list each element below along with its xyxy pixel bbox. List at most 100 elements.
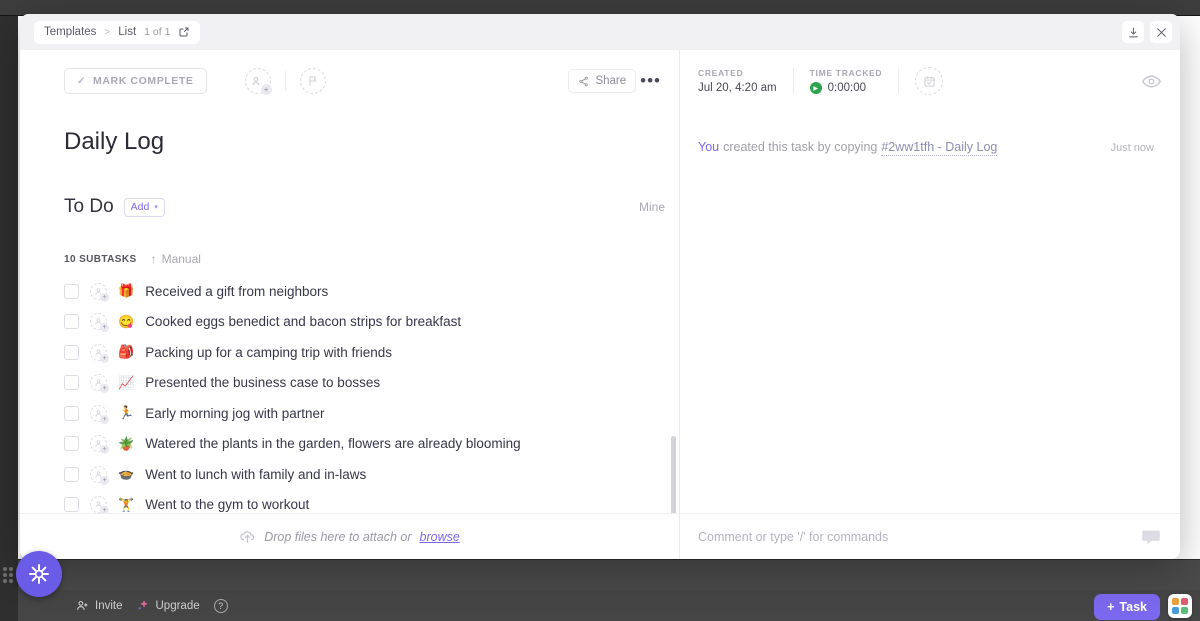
- task-action-toolbar: ✓ MARK COMPLETE +: [20, 50, 679, 112]
- minimize-button[interactable]: [1122, 21, 1144, 43]
- mine-filter[interactable]: Mine: [639, 200, 665, 214]
- share-button[interactable]: Share: [568, 69, 636, 93]
- add-field-button[interactable]: Add ▾: [124, 198, 165, 217]
- subtask-title[interactable]: Cooked eggs benedict and bacon strips fo…: [145, 314, 461, 329]
- subtask-title[interactable]: Early morning jog with partner: [145, 406, 324, 421]
- subtask-assignee-icon[interactable]: +: [90, 496, 107, 513]
- sort-arrow-icon: ↑: [151, 252, 157, 266]
- subtask-checkbox[interactable]: [64, 436, 79, 451]
- comment-input[interactable]: Comment or type '/' for commands: [698, 530, 1130, 544]
- created-value[interactable]: Jul 20, 4:20 am: [698, 82, 777, 94]
- subtask-assignee-icon[interactable]: +: [90, 313, 107, 330]
- background-left-rail: [0, 16, 18, 621]
- schedule-button[interactable]: [915, 67, 943, 95]
- subtask-title[interactable]: Went to the gym to workout: [145, 497, 309, 512]
- task-meta-toolbar: CREATED Jul 20, 4:20 am TIME TRACKED ▶ 0…: [680, 50, 1180, 112]
- subtask-title[interactable]: Went to lunch with family and in-laws: [145, 467, 366, 482]
- subtask-assignee-icon[interactable]: +: [90, 374, 107, 391]
- time-tracked-meta: TIME TRACKED ▶ 0:00:00: [810, 68, 883, 94]
- external-link-icon[interactable]: [178, 26, 190, 38]
- calendar-icon: [923, 75, 936, 88]
- add-task-button[interactable]: + Task: [1094, 594, 1160, 620]
- flag-icon: [307, 75, 319, 87]
- ai-assistant-button[interactable]: [16, 551, 62, 597]
- subtask-checkbox[interactable]: [64, 375, 79, 390]
- add-assignee-button[interactable]: +: [245, 68, 271, 94]
- more-options-button[interactable]: •••: [636, 76, 665, 86]
- mark-complete-button[interactable]: ✓ MARK COMPLETE: [64, 68, 207, 94]
- activity-entry: You created this task by copying #2ww1tf…: [698, 140, 1154, 156]
- subtask-checkbox[interactable]: [64, 345, 79, 360]
- time-tracked-value-row[interactable]: ▶ 0:00:00: [810, 82, 883, 94]
- close-button[interactable]: [1150, 21, 1172, 43]
- help-button[interactable]: ?: [214, 599, 228, 613]
- subtask-emoji: 🪴: [118, 436, 134, 452]
- invite-button[interactable]: Invite: [76, 599, 123, 612]
- sort-label: Manual: [162, 252, 201, 266]
- play-icon[interactable]: ▶: [810, 82, 822, 94]
- subtask-row[interactable]: +🎒Packing up for a camping trip with fri…: [64, 337, 665, 368]
- comment-composer[interactable]: Comment or type '/' for commands: [680, 513, 1180, 559]
- subtask-title[interactable]: Received a gift from neighbors: [145, 284, 328, 299]
- meta-divider: [898, 68, 899, 94]
- subtask-row[interactable]: + 🎁 Received a gift from neighbors: [64, 276, 665, 307]
- subtask-emoji: 🎁: [118, 283, 134, 299]
- apps-grid-button[interactable]: [1168, 594, 1192, 618]
- subtask-checkbox[interactable]: [64, 406, 79, 421]
- subtask-assignee-icon[interactable]: +: [90, 344, 107, 361]
- subtask-title[interactable]: Packing up for a camping trip with frien…: [145, 345, 392, 360]
- breadcrumb-child[interactable]: List: [118, 26, 136, 38]
- subtask-emoji: 😋: [118, 314, 134, 330]
- subtask-row[interactable]: +🏃Early morning jog with partner: [64, 398, 665, 429]
- activity-text: created this task by copying: [723, 140, 877, 154]
- subtask-checkbox[interactable]: [64, 314, 79, 329]
- add-label: Add: [131, 201, 150, 213]
- plus-icon: +: [261, 84, 272, 95]
- subtask-row[interactable]: +🏋️Went to the gym to workout: [64, 490, 665, 514]
- activity-source-link[interactable]: #2ww1tfh - Daily Log: [881, 140, 997, 156]
- subtask-row[interactable]: +📈Presented the business case to bosses: [64, 368, 665, 399]
- asterisk-icon: [27, 562, 51, 586]
- plus-icon: +: [100, 415, 109, 424]
- add-task-label: Task: [1119, 600, 1147, 614]
- subtask-checkbox[interactable]: [64, 284, 79, 299]
- meta-divider: [793, 68, 794, 94]
- subtask-row[interactable]: + 😋 Cooked eggs benedict and bacon strips …: [64, 307, 665, 338]
- upgrade-button[interactable]: Upgrade: [137, 599, 200, 612]
- plus-icon: +: [100, 293, 109, 302]
- watch-task-button[interactable]: [1141, 71, 1162, 92]
- subtask-assignee-icon[interactable]: +: [90, 466, 107, 483]
- app-grid-dots-icon[interactable]: [3, 567, 16, 583]
- chat-bubble-icon[interactable]: [1140, 526, 1162, 548]
- plus-icon: +: [1107, 600, 1114, 614]
- browse-link[interactable]: browse: [420, 530, 460, 544]
- task-title[interactable]: Daily Log: [64, 128, 665, 156]
- plus-icon: +: [100, 354, 109, 363]
- subtask-checkbox[interactable]: [64, 467, 79, 482]
- subtask-title[interactable]: Presented the business case to bosses: [145, 375, 380, 390]
- task-content-scroll[interactable]: Daily Log To Do Add ▾ Mine 10 SUBTASKS ↑…: [20, 112, 679, 513]
- check-icon: ✓: [77, 76, 86, 87]
- modal-title-bar: Templates > List 1 of 1: [20, 14, 1180, 50]
- task-activity-pane: CREATED Jul 20, 4:20 am TIME TRACKED ▶ 0…: [680, 50, 1180, 559]
- time-tracked-label: TIME TRACKED: [810, 68, 883, 78]
- subtask-checkbox[interactable]: [64, 497, 79, 512]
- subtask-list-scrollbar[interactable]: [671, 436, 676, 513]
- subtask-emoji: 🍲: [118, 466, 134, 482]
- status-label[interactable]: To Do: [64, 196, 114, 218]
- breadcrumb-root[interactable]: Templates: [44, 26, 96, 38]
- breadcrumb[interactable]: Templates > List 1 of 1: [34, 21, 200, 44]
- attachment-dropzone[interactable]: Drop files here to attach or browse: [20, 513, 679, 559]
- subtask-row[interactable]: + 🍲 Went to lunch with family and in-laws: [64, 459, 665, 490]
- collapse-down-icon: [1127, 26, 1140, 39]
- subtask-assignee-icon[interactable]: +: [90, 405, 107, 422]
- subtask-title[interactable]: Watered the plants in the garden, flower…: [145, 436, 520, 451]
- status-row: To Do Add ▾ Mine: [64, 196, 665, 218]
- set-priority-button[interactable]: [300, 68, 326, 94]
- subtask-sort-button[interactable]: ↑ Manual: [151, 252, 201, 266]
- subtask-assignee-icon[interactable]: +: [90, 283, 107, 300]
- activity-actor[interactable]: You: [698, 140, 719, 154]
- dropzone-text: Drop files here to attach or: [264, 530, 411, 544]
- subtask-row[interactable]: + 🪴 Watered the plants in the garden, flow…: [64, 429, 665, 460]
- subtask-assignee-icon[interactable]: +: [90, 435, 107, 452]
